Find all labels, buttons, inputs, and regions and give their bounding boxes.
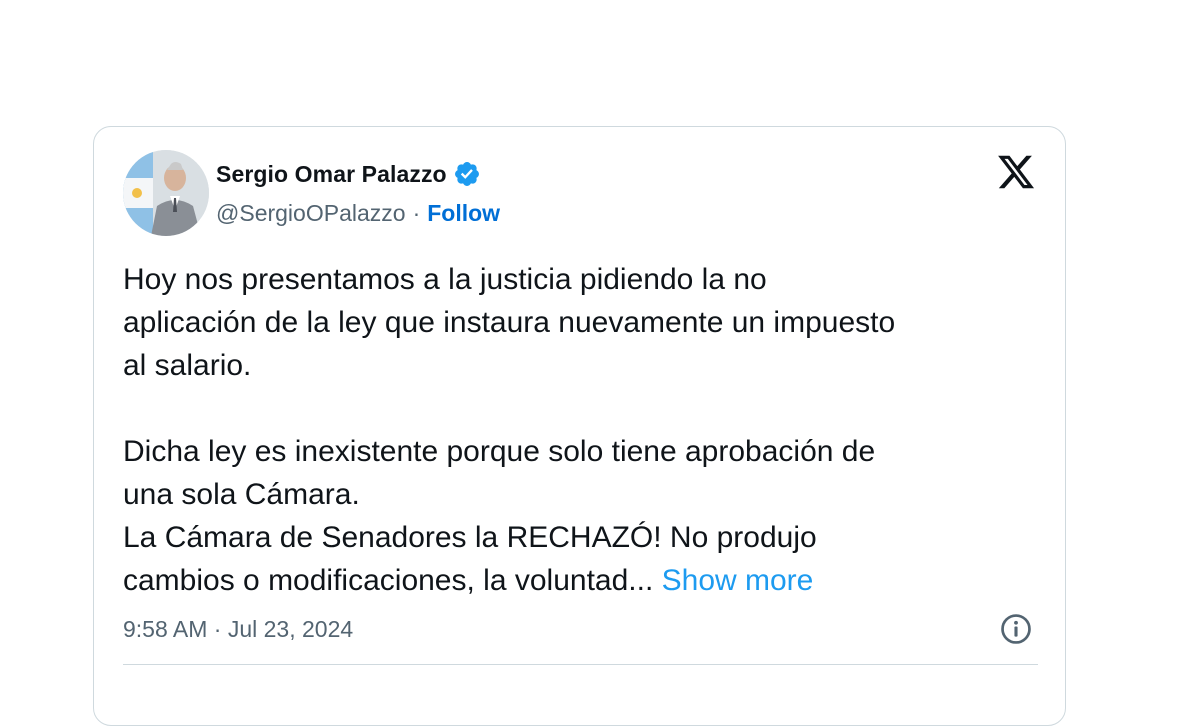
- handle-separator: ·: [412, 199, 421, 226]
- tweet-text-line: una sola Cámara.: [123, 478, 360, 511]
- tweet-text-last-line: cambios o modificaciones, la voluntad...…: [123, 559, 1043, 602]
- tweet-text-line: La Cámara de Senadores la RECHAZÓ! No pr…: [123, 521, 817, 554]
- tweet-text-line: aplicación de la ley que instaura nuevam…: [123, 306, 896, 339]
- follow-button[interactable]: Follow: [427, 200, 500, 227]
- author-handle[interactable]: @SergioOPalazzo: [216, 200, 406, 227]
- show-more-link[interactable]: Show more: [662, 564, 814, 597]
- divider: [123, 664, 1038, 665]
- avatar-image: [123, 150, 209, 236]
- info-icon[interactable]: [999, 612, 1033, 646]
- author-display-name[interactable]: Sergio Omar Palazzo: [216, 161, 447, 188]
- tweet-text-line: al salario.: [123, 349, 252, 382]
- x-logo-icon[interactable]: [995, 152, 1037, 192]
- verified-badge-icon[interactable]: [453, 160, 481, 188]
- author-name-row: Sergio Omar Palazzo: [216, 157, 481, 191]
- tweet-text-line: Hoy nos presentamos a la justicia pidien…: [123, 263, 767, 296]
- tweet-card: Sergio Omar Palazzo @SergioOPalazzo · Fo…: [93, 126, 1066, 726]
- author-handle-row: @SergioOPalazzo · Follow: [216, 197, 500, 229]
- tweet-text: Hoy nos presentamos a la justicia pidien…: [123, 258, 1043, 602]
- tweet-timestamp[interactable]: 9:58 AM · Jul 23, 2024: [123, 616, 353, 643]
- tweet-text-line: Dicha ley es inexistente porque solo tie…: [123, 435, 876, 468]
- tweet-text-line: cambios o modificaciones, la voluntad...: [123, 564, 654, 597]
- avatar[interactable]: [123, 150, 209, 236]
